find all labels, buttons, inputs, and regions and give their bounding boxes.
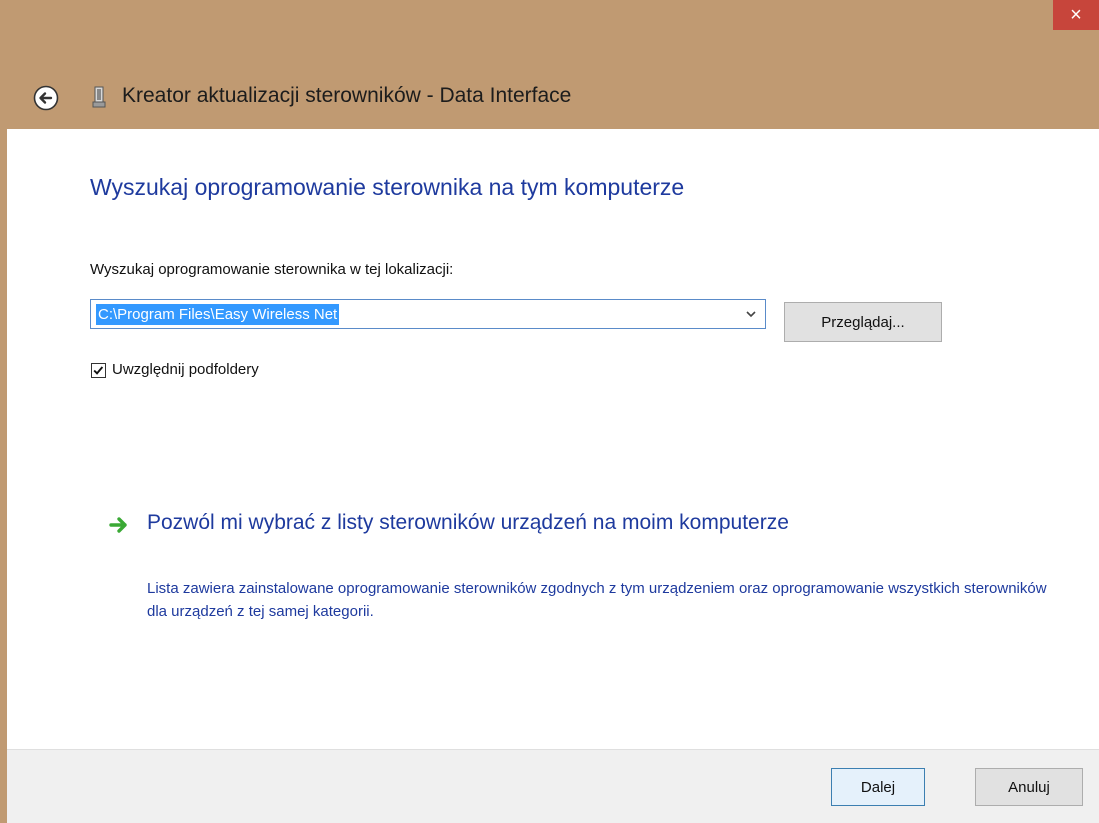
chevron-down-icon[interactable] <box>745 308 757 320</box>
location-label: Wyszukaj oprogramowanie sterownika w tej… <box>90 261 454 278</box>
location-input[interactable]: C:\Program Files\Easy Wireless Net <box>96 304 340 325</box>
pick-from-list-link[interactable]: Pozwól mi wybrać z listy sterowników urz… <box>147 507 907 538</box>
device-icon <box>92 86 106 108</box>
cancel-button[interactable]: Anuluj <box>975 768 1083 806</box>
include-subfolders-label[interactable]: Uwzględnij podfoldery <box>112 361 259 378</box>
close-icon: × <box>1070 3 1082 26</box>
window-title: Kreator aktualizacji sterowników - Data … <box>122 84 572 107</box>
driver-update-window: × Kreator aktualizacji sterowników - Dat… <box>0 0 1099 823</box>
wizard-content: Wyszukaj oprogramowanie sterownika na ty… <box>7 129 1099 749</box>
next-button[interactable]: Dalej <box>831 768 925 806</box>
window-header: Kreator aktualizacji sterowników - Data … <box>0 68 1099 126</box>
close-button[interactable]: × <box>1053 0 1099 30</box>
checkmark-icon <box>93 366 104 375</box>
page-title: Wyszukaj oprogramowanie sterownika na ty… <box>90 174 685 200</box>
green-arrow-icon[interactable] <box>108 514 130 536</box>
pick-from-list-description: Lista zawiera zainstalowane oprogramowan… <box>147 580 1047 620</box>
browse-button[interactable]: Przeglądaj... <box>784 302 942 342</box>
include-subfolders-checkbox[interactable] <box>91 363 106 378</box>
location-combobox[interactable]: C:\Program Files\Easy Wireless Net <box>90 299 766 329</box>
back-arrow-icon[interactable] <box>33 85 59 111</box>
wizard-footer: Dalej Anuluj <box>7 749 1099 823</box>
